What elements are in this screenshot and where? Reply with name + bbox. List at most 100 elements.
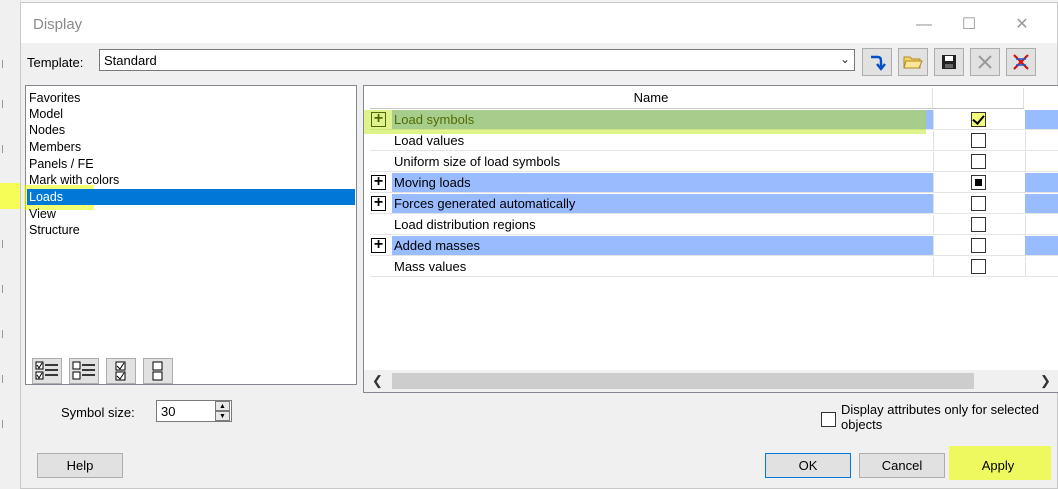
category-members[interactable]: Members (27, 139, 355, 155)
check-selected-button[interactable] (106, 358, 136, 384)
option-extra-cell (1025, 215, 1058, 234)
option-checkbox[interactable] (971, 133, 986, 148)
category-favorites[interactable]: Favorites (27, 90, 355, 106)
category-loads[interactable]: Loads (27, 189, 355, 205)
category-nodes[interactable]: Nodes (27, 122, 355, 138)
option-check-cell (933, 236, 1026, 255)
background-mark (2, 100, 9, 108)
symbol-size-spinner[interactable]: ▲ ▼ (215, 400, 232, 422)
option-checkbox[interactable] (971, 175, 986, 190)
reset-icon (1013, 54, 1029, 70)
expand-plus-icon[interactable]: + (371, 174, 386, 190)
symbol-size-label: Symbol size: (61, 405, 135, 420)
display-dialog: Display — ☐ ✕ Template: Standard ⌄ Favor… (20, 2, 1058, 489)
checkbox-pair-icon (115, 361, 126, 381)
option-checkbox[interactable] (971, 238, 986, 253)
option-extra-cell (1025, 194, 1058, 213)
option-row[interactable]: + Added masses (370, 236, 1058, 256)
visible-column-header[interactable] (933, 88, 1024, 109)
option-check-cell (933, 257, 1026, 276)
scroll-left-icon[interactable]: ❮ (372, 373, 383, 389)
scrollbar-thumb[interactable] (392, 373, 974, 389)
check-all-button[interactable] (32, 358, 62, 384)
expand-plus-icon[interactable]: + (371, 237, 386, 253)
background-mark (2, 240, 9, 248)
category-structure[interactable]: Structure (27, 222, 355, 238)
scroll-right-icon[interactable]: ❯ (1040, 373, 1051, 389)
template-value: Standard (104, 53, 157, 68)
option-checkbox[interactable] (971, 196, 986, 211)
clear-selected-button[interactable] (143, 358, 173, 384)
title-bar: Display — ☐ ✕ (21, 3, 1057, 43)
apply-button[interactable]: Apply (955, 453, 1041, 478)
option-check-cell (933, 110, 1026, 129)
background-highlight (0, 183, 22, 209)
option-extra-cell (1025, 257, 1058, 276)
apply-template-button[interactable] (862, 48, 892, 76)
minimize-icon[interactable]: — (901, 11, 947, 39)
option-row[interactable]: Uniform size of load symbols (370, 152, 1058, 172)
option-label: Forces generated automatically (392, 194, 934, 213)
horizontal-scrollbar[interactable]: ❮ ❯ (364, 370, 1058, 392)
option-label: Uniform size of load symbols (394, 154, 561, 169)
option-label: Added masses (392, 236, 934, 255)
apply-template-icon (871, 55, 886, 71)
template-label: Template: (27, 55, 84, 70)
help-button[interactable]: Help (37, 453, 123, 478)
maximize-icon[interactable]: ☐ (946, 11, 992, 39)
background-mark (2, 375, 9, 383)
uncheck-all-button[interactable] (69, 358, 99, 384)
close-icon[interactable]: ✕ (999, 11, 1045, 39)
dialog-title: Display (33, 16, 83, 33)
category-panels-fe[interactable]: Panels / FE (27, 156, 355, 172)
load-symbols-highlight (364, 110, 926, 134)
open-template-button[interactable] (898, 48, 928, 76)
option-row[interactable]: Load values (370, 131, 1058, 151)
background-mark (2, 60, 9, 68)
empty-checkbox-pair-icon (152, 361, 163, 381)
option-check-cell (933, 173, 1026, 192)
category-model[interactable]: Model (27, 106, 355, 122)
category-mark-with-colors[interactable]: Mark with colors (27, 172, 355, 188)
delete-icon (978, 55, 992, 69)
delete-template-button[interactable] (970, 48, 1000, 76)
background-mark (2, 145, 9, 153)
option-checkbox[interactable] (971, 217, 986, 232)
option-row[interactable]: + Forces generated automatically (370, 194, 1058, 214)
spin-down-icon[interactable]: ▼ (215, 411, 230, 421)
option-checkbox[interactable] (971, 112, 986, 127)
uncheck-all-icon (72, 361, 95, 380)
background-mark (2, 420, 9, 428)
ok-button[interactable]: OK (765, 453, 851, 478)
chevron-down-icon[interactable]: ⌄ (840, 52, 850, 66)
option-label: Mass values (394, 259, 467, 274)
attributes-only-label: Display attributes only for selected obj… (841, 402, 1039, 432)
option-row[interactable]: + Moving loads (370, 173, 1058, 193)
attributes-only-checkbox[interactable] (821, 412, 836, 427)
options-table[interactable]: Name + Load symbols Load values Uniform siz… (363, 85, 1058, 393)
spin-up-icon[interactable]: ▲ (215, 401, 230, 411)
option-check-cell (933, 131, 1026, 150)
option-extra-cell (1025, 236, 1058, 255)
reset-template-button[interactable] (1006, 48, 1036, 76)
template-select[interactable]: Standard ⌄ (99, 49, 855, 71)
background-mark (2, 285, 9, 293)
save-template-button[interactable] (934, 48, 964, 76)
cancel-button[interactable]: Cancel (859, 453, 945, 478)
option-check-cell (933, 215, 1026, 234)
open-folder-icon (903, 56, 923, 69)
category-list[interactable]: Favorites Model Nodes Members Panels / F… (24, 85, 357, 385)
option-extra-cell (1025, 131, 1058, 150)
check-all-icon (35, 361, 58, 380)
option-check-cell (933, 194, 1026, 213)
option-checkbox[interactable] (971, 259, 986, 274)
option-checkbox[interactable] (971, 154, 986, 169)
save-icon (942, 55, 956, 69)
expand-plus-icon[interactable]: + (371, 195, 386, 211)
option-row[interactable]: Load distribution regions (370, 215, 1058, 235)
option-row[interactable]: Mass values (370, 257, 1058, 277)
name-column-header[interactable]: Name (370, 88, 933, 109)
option-label: Load distribution regions (394, 217, 536, 232)
option-extra-cell (1025, 152, 1058, 171)
category-view[interactable]: View (27, 206, 355, 222)
